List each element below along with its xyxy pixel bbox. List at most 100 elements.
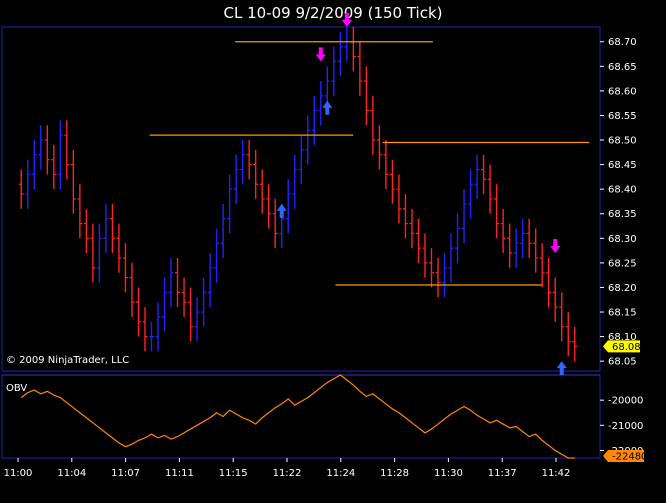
- price-bar: [240, 140, 246, 185]
- chart-canvas[interactable]: 68.70 68.65 68.60 68.55 68.50 68.45 68.40 68.35…: [0, 0, 666, 503]
- obv-panel-frame: [1, 374, 601, 459]
- obv-tick-label: -21000: [608, 421, 643, 432]
- time-tick-label: 11:15: [219, 468, 248, 479]
- price-tick-label: 68.50: [608, 136, 637, 147]
- price-bar: [520, 218, 526, 258]
- price-bar: [383, 140, 389, 190]
- price-tick-label: 68.70: [608, 37, 637, 48]
- time-tick-label: 11:42: [542, 468, 571, 479]
- price-bar: [539, 243, 545, 288]
- price-bar: [481, 154, 487, 195]
- price-bar: [428, 248, 434, 288]
- price-bars: [18, 27, 578, 362]
- time-tick-label: 11:07: [111, 468, 140, 479]
- price-bar: [155, 302, 161, 352]
- price-bar: [207, 253, 213, 308]
- price-bar: [70, 149, 76, 214]
- last-price-tag: 68.08: [603, 340, 641, 353]
- price-bar: [285, 179, 291, 234]
- price-panel-frame: [1, 26, 601, 372]
- time-tick-label: 11:11: [165, 468, 194, 479]
- ninjatrader-chart-window: CL 10-09 9/2/2009 (150 Tick) 68.70 68.65 6…: [0, 0, 666, 503]
- price-bar: [311, 95, 317, 145]
- buy-arrow-icon: [276, 203, 287, 218]
- price-tick-label: 68.25: [608, 258, 637, 269]
- buy-arrow-icon: [322, 100, 333, 115]
- price-bar: [546, 257, 552, 308]
- price-bar: [44, 125, 50, 175]
- price-tick-label: 68.20: [608, 283, 637, 294]
- obv-panel-title: OBV: [6, 383, 27, 394]
- price-bar: [194, 297, 200, 342]
- obv-axis: -20000-21000-22000: [600, 396, 643, 457]
- price-bar: [162, 277, 168, 332]
- price-bar: [389, 159, 395, 204]
- price-bar: [246, 140, 252, 180]
- price-bar: [435, 257, 441, 298]
- time-axis: 11:00 11:04 11:07 11:11 11:15 11:22 11:24 11:28…: [4, 458, 571, 479]
- obv-tick-label: -20000: [608, 396, 643, 407]
- price-bar: [96, 223, 102, 283]
- trade-signals: [276, 13, 567, 376]
- price-bar: [298, 135, 304, 185]
- price-bar: [468, 169, 474, 219]
- price-bar: [292, 154, 298, 209]
- price-bar: [409, 208, 415, 249]
- time-tick-label: 11:28: [380, 468, 409, 479]
- price-bar: [259, 169, 265, 214]
- price-bar: [129, 262, 135, 317]
- obv-line: [20, 374, 575, 459]
- price-bar: [168, 257, 174, 308]
- price-bar: [272, 199, 278, 249]
- price-bar: [103, 203, 109, 254]
- sell-arrow-icon: [315, 47, 326, 62]
- price-bar: [500, 208, 506, 254]
- price-bar: [148, 321, 154, 352]
- price-bar: [363, 66, 369, 126]
- price-bar: [448, 233, 454, 283]
- price-bar: [376, 125, 382, 170]
- price-bar: [188, 287, 194, 342]
- price-bar: [370, 95, 376, 155]
- price-bar: [83, 208, 89, 254]
- price-bar: [559, 292, 565, 342]
- price-bar: [494, 184, 500, 239]
- price-bar: [507, 223, 513, 268]
- price-bar: [552, 277, 558, 322]
- price-bar: [402, 194, 408, 239]
- price-bar: [318, 81, 324, 126]
- price-bar: [64, 120, 70, 180]
- buy-arrow-icon: [556, 361, 567, 376]
- price-tick-label: 68.35: [608, 209, 637, 220]
- price-bar: [474, 154, 480, 199]
- time-tick-label: 11:22: [273, 468, 302, 479]
- time-tick-label: 11:37: [488, 468, 517, 479]
- copyright-text: © 2009 NinjaTrader, LLC: [6, 355, 129, 366]
- sell-arrow-icon: [550, 239, 561, 254]
- obv-series: [20, 374, 575, 459]
- sell-arrow-icon: [341, 13, 352, 27]
- price-bar: [116, 223, 122, 273]
- price-bar: [396, 174, 402, 224]
- time-tick-label: 11:04: [57, 468, 86, 479]
- price-tick-label: 68.30: [608, 234, 637, 245]
- price-bar: [487, 164, 493, 214]
- price-bar: [344, 27, 350, 62]
- price-bar: [135, 287, 141, 337]
- price-bar: [572, 326, 578, 362]
- last-price-value: 68.08: [612, 342, 641, 353]
- time-tick-label: 11:30: [434, 468, 463, 479]
- price-bar: [305, 115, 311, 165]
- price-bar: [122, 243, 128, 293]
- price-bar: [513, 228, 519, 268]
- price-bar: [422, 233, 428, 278]
- price-tick-label: 68.15: [608, 308, 637, 319]
- price-bar: [565, 312, 571, 357]
- price-bar: [227, 174, 233, 234]
- time-tick-label: 11:24: [326, 468, 355, 479]
- price-tick-label: 68.55: [608, 111, 637, 122]
- price-bar: [233, 154, 239, 204]
- price-bar: [266, 184, 272, 229]
- price-bar: [337, 31, 343, 77]
- time-tick-label: 11:00: [4, 468, 33, 479]
